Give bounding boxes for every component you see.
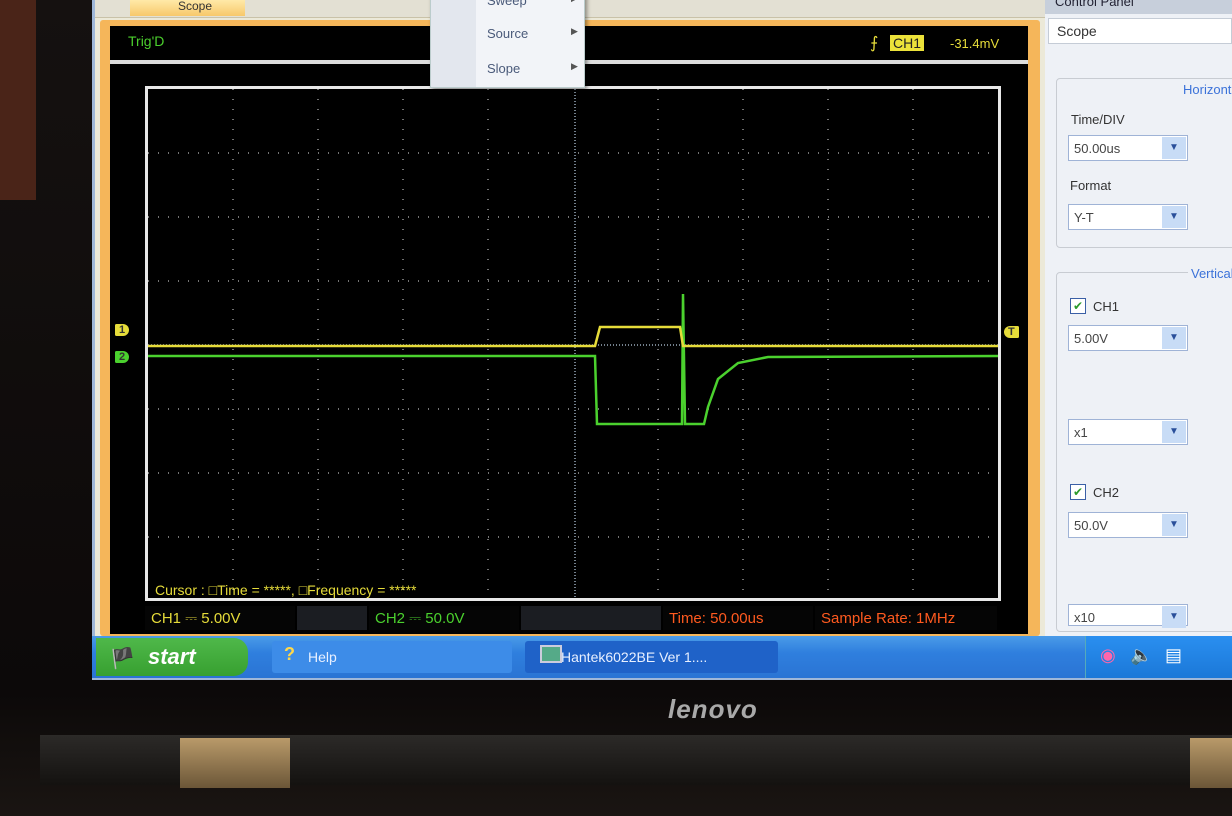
taskbar-item-label: Hantek6022BE Ver 1.... bbox=[561, 649, 708, 665]
ch2-probe-select[interactable]: x10 ▼ bbox=[1068, 604, 1188, 628]
menu-item-label: Sweep bbox=[487, 0, 527, 8]
menu-item-sweep[interactable]: Sweep ▶ bbox=[487, 0, 578, 8]
chevron-down-icon[interactable]: ▼ bbox=[1162, 421, 1186, 443]
ch1-volts-value: 5.00V bbox=[1074, 331, 1108, 346]
cursor-readout: Cursor : □Time = *****, □Frequency = ***… bbox=[155, 582, 417, 598]
format-label: Format bbox=[1070, 178, 1112, 193]
taskbar-item-hantek[interactable]: Hantek6022BE Ver 1.... bbox=[525, 641, 778, 673]
center-axes bbox=[148, 89, 998, 598]
scope-grid[interactable] bbox=[145, 86, 1001, 601]
chevron-down-icon[interactable]: ▼ bbox=[1162, 514, 1186, 536]
hinge-cap bbox=[1190, 738, 1232, 788]
status-spacer bbox=[521, 606, 661, 630]
ch1-checkbox[interactable]: ✔ bbox=[1070, 298, 1086, 314]
status-spacer bbox=[297, 606, 367, 630]
horizontal-label: Horizontal bbox=[1180, 82, 1232, 97]
time-div-value: 50.00us bbox=[1074, 141, 1121, 156]
chevron-down-icon[interactable]: ▼ bbox=[1162, 206, 1186, 228]
panel-selector[interactable]: Scope bbox=[1048, 18, 1232, 44]
chevron-down-icon[interactable]: ▼ bbox=[1162, 137, 1186, 159]
tab-scope[interactable]: Scope bbox=[130, 0, 245, 16]
background-wall bbox=[0, 0, 36, 200]
waveform-svg bbox=[148, 89, 999, 598]
menu-item-source[interactable]: Source ▶ bbox=[487, 26, 578, 41]
time-div-select[interactable]: 50.00us ▼ bbox=[1068, 135, 1188, 161]
sample-rate-status: Sample Rate: 1MHz bbox=[815, 606, 997, 630]
format-value: Y-T bbox=[1074, 210, 1094, 225]
vertical-label: Vertical bbox=[1188, 266, 1232, 281]
hinge-cap bbox=[180, 738, 290, 788]
trigger-level: -31.4mV bbox=[950, 36, 1000, 51]
help-icon: ? bbox=[284, 644, 295, 664]
ch2-volts-select[interactable]: 50.0V ▼ bbox=[1068, 512, 1188, 538]
ch2-checkbox[interactable]: ✔ bbox=[1070, 484, 1086, 500]
ch1-trace bbox=[148, 325, 998, 348]
volume-icon[interactable]: 🔈 bbox=[1130, 645, 1152, 666]
trigger-marker[interactable]: T bbox=[1004, 326, 1019, 338]
taskbar-item-label: Help bbox=[308, 649, 337, 665]
ch1-probe-value: x1 bbox=[1074, 425, 1088, 440]
ch2-probe-value: x10 bbox=[1074, 610, 1095, 625]
taskbar-item-help[interactable]: Help bbox=[272, 641, 512, 673]
ch1-volts-select[interactable]: 5.00V ▼ bbox=[1068, 325, 1188, 351]
ch2-status: CH2 ⎓ 50.0V bbox=[369, 606, 519, 630]
ch1-label: CH1 bbox=[1093, 299, 1120, 314]
format-select[interactable]: Y-T ▼ bbox=[1068, 204, 1188, 230]
ch2-marker[interactable]: 2 bbox=[115, 351, 130, 363]
chevron-down-icon[interactable]: ▼ bbox=[1162, 606, 1186, 628]
gridlines bbox=[148, 89, 998, 598]
monitor-icon bbox=[540, 645, 562, 663]
control-panel-title: Control Panel bbox=[1045, 0, 1232, 14]
trigger-status: Trig'D bbox=[128, 33, 165, 49]
status-bar: CH1 ⎓ 5.00V CH2 ⎓ 50.0V Time: 50.00us Sa… bbox=[145, 606, 1001, 632]
time-div-label: Time/DIV bbox=[1071, 112, 1125, 127]
trigger-channel: CH1 bbox=[890, 35, 925, 51]
tray-icon[interactable]: ◉ bbox=[1100, 645, 1116, 666]
ch2-trace bbox=[148, 293, 999, 426]
submenu-arrow-icon: ▶ bbox=[571, 26, 578, 36]
ch1-status: CH1 ⎓ 5.00V bbox=[145, 606, 295, 630]
lenovo-logo: lenovo bbox=[668, 694, 758, 724]
windows-logo-icon: 🏴 bbox=[110, 648, 135, 670]
submenu-arrow-icon: ▶ bbox=[571, 0, 578, 4]
menu-item-label: Slope bbox=[487, 61, 521, 76]
ch1-marker[interactable]: 1 bbox=[115, 324, 130, 336]
time-status: Time: 50.00us bbox=[663, 606, 813, 630]
menu-item-label: Source bbox=[487, 26, 529, 41]
rising-edge-icon: ⨍ bbox=[870, 35, 879, 52]
ch2-volts-value: 50.0V bbox=[1074, 518, 1108, 533]
chevron-down-icon[interactable]: ▼ bbox=[1162, 327, 1186, 349]
ch2-label: CH2 bbox=[1093, 485, 1120, 500]
trigger-context-menu: Sweep ▶ Source ▶ Slope ▶ bbox=[430, 0, 585, 88]
submenu-arrow-icon: ▶ bbox=[571, 61, 578, 71]
network-icon[interactable]: ▤ bbox=[1165, 645, 1182, 666]
ch1-probe-select[interactable]: x1 ▼ bbox=[1068, 419, 1188, 445]
menu-item-slope[interactable]: Slope ▶ bbox=[487, 61, 578, 76]
